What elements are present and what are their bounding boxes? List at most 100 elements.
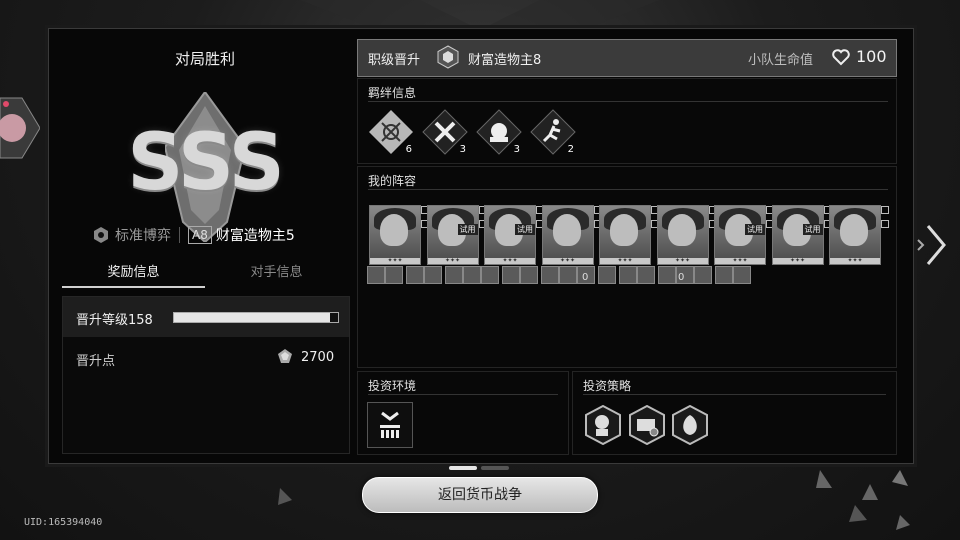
relic-icon[interactable]	[715, 266, 733, 284]
character-stars: ✦✦✦	[600, 258, 650, 264]
page-dot-active	[449, 466, 477, 470]
relic-icon[interactable]	[733, 266, 751, 284]
page-dot	[481, 466, 509, 470]
character-face	[552, 214, 581, 246]
environment-divider	[368, 394, 558, 395]
character-face	[380, 214, 408, 246]
relic-icon[interactable]	[520, 266, 538, 284]
lineup-title: 我的阵容	[368, 174, 417, 188]
relic-icon[interactable]	[481, 266, 499, 284]
relic-icon[interactable]	[541, 266, 559, 284]
mode-separator	[179, 227, 180, 243]
bond-runner-icon[interactable]: 2	[530, 109, 576, 155]
character-card[interactable]: ✦✦✦	[656, 205, 709, 265]
relic-icon[interactable]	[559, 266, 577, 284]
bond-atom-icon[interactable]: 6	[368, 109, 414, 155]
difficulty-label: 财富造物主5	[215, 228, 295, 244]
character-card[interactable]: ✦✦✦	[541, 205, 594, 265]
character-face	[610, 214, 638, 246]
reward-box: 晋升等级158 晋升点 2700	[62, 296, 350, 454]
character-card[interactable]: ✦✦✦ 试用	[714, 205, 766, 265]
character-stars: ✦✦✦	[657, 258, 708, 264]
tab-opponent[interactable]: 对手信息	[205, 262, 348, 288]
character-face	[840, 214, 868, 246]
level-label: 晋升等级158	[76, 313, 153, 328]
character-card[interactable]: ✦✦✦	[599, 205, 651, 265]
environment-title: 投资环境	[368, 379, 417, 393]
info-tabs: 奖励信息 对手信息	[62, 262, 348, 288]
header-bar: 职级晋升 财富造物主8 小队生命值 100	[357, 39, 897, 77]
bonds-divider	[368, 101, 888, 102]
investment-building-icon[interactable]	[367, 402, 413, 448]
relic-icon[interactable]	[406, 266, 424, 284]
strategy-title: 投资策略	[583, 379, 632, 393]
relic-icon[interactable]	[694, 266, 712, 284]
header-label: 职级晋升	[368, 53, 421, 68]
relic-icon[interactable]	[658, 266, 676, 284]
character-stars: ✦✦✦	[427, 258, 478, 264]
trial-tag: 试用	[745, 224, 765, 235]
character-card[interactable]: ✦✦✦	[829, 205, 881, 265]
strategy-divider	[583, 394, 886, 395]
tab-rewards[interactable]: 奖励信息	[62, 262, 205, 288]
bond-count: 2	[567, 144, 574, 155]
character-slot-markers	[881, 206, 889, 234]
points-gem-icon	[278, 349, 292, 363]
relic-icon[interactable]	[385, 266, 403, 284]
team-hp-label: 小队生命值	[748, 53, 814, 68]
uid-label: UID:165394040	[24, 517, 103, 528]
trial-tag: 试用	[457, 224, 478, 235]
rank-hex-icon	[437, 45, 459, 69]
mode-row: 标准博弈 A8 财富造物主5	[92, 224, 295, 246]
trial-tag: 试用	[515, 224, 535, 235]
strategy-chest-icon[interactable]	[627, 405, 667, 445]
character-stars: ✦✦✦	[830, 258, 880, 264]
relic-count: 0	[678, 272, 685, 283]
relic-count: 0	[582, 272, 589, 283]
bond-count: 6	[405, 144, 412, 155]
trial-tag: 试用	[802, 224, 823, 235]
strategy-bag-icon[interactable]	[670, 405, 710, 445]
relic-icon[interactable]	[502, 266, 520, 284]
relic-icon[interactable]	[619, 266, 637, 284]
points-label: 晋升点	[76, 354, 116, 369]
relic-icon[interactable]	[463, 266, 481, 284]
character-card[interactable]: ✦✦✦	[369, 205, 421, 265]
level-row: 晋升等级158	[63, 297, 349, 337]
bond-tools-icon[interactable]: 3	[422, 109, 468, 155]
page-indicator	[449, 466, 509, 470]
lineup-divider	[368, 189, 888, 190]
bonds-section: 羁绊信息 6 3 3 2	[357, 78, 897, 164]
character-stars: ✦✦✦	[485, 258, 535, 264]
points-value: 2700	[301, 350, 335, 365]
header-difficulty: 财富造物主8	[468, 53, 542, 68]
next-page-arrow-icon[interactable]	[916, 222, 948, 268]
character-card[interactable]: ✦✦✦ 试用	[771, 205, 824, 265]
mode-label: 标准博弈	[115, 228, 171, 244]
character-face	[667, 214, 696, 246]
relic-icon[interactable]	[424, 266, 442, 284]
character-card[interactable]: ✦✦✦ 试用	[426, 205, 479, 265]
strategy-figure-icon[interactable]	[583, 405, 623, 445]
mode-hex-icon	[94, 227, 108, 243]
bond-crest-icon[interactable]: 3	[476, 109, 522, 155]
character-stars: ✦✦✦	[370, 258, 420, 264]
heart-icon	[832, 49, 850, 66]
level-progress-bar	[173, 312, 339, 323]
character-stars: ✦✦✦	[772, 258, 823, 264]
side-avatar-icon[interactable]	[0, 96, 40, 160]
character-card[interactable]: ✦✦✦ 试用	[484, 205, 536, 265]
bond-count: 3	[513, 144, 520, 155]
bond-count: 3	[459, 144, 466, 155]
relic-icon[interactable]	[445, 266, 463, 284]
bonds-title: 羁绊信息	[368, 86, 417, 100]
relic-icon[interactable]	[637, 266, 655, 284]
return-button[interactable]: 返回货币战争	[362, 477, 598, 513]
result-title: 对局胜利	[174, 50, 235, 68]
ascension-badge: A8	[188, 226, 212, 244]
rank-grade: SSS	[127, 118, 285, 208]
team-hp-value: 100	[856, 47, 887, 66]
relic-icon[interactable]	[367, 266, 385, 284]
character-stars: ✦✦✦	[715, 258, 765, 264]
relic-icon[interactable]	[598, 266, 616, 284]
